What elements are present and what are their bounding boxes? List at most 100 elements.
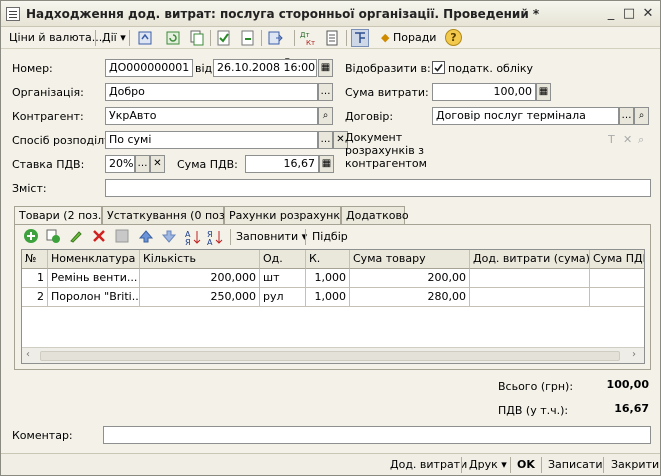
svg-text:A: A [207,238,213,246]
post-document-icon[interactable] [215,29,233,47]
number-field[interactable]: ДО000000001 [105,59,193,77]
select-items-button[interactable]: Підбір [312,230,348,243]
copy-row-icon[interactable] [45,228,63,246]
scroll-right-icon[interactable]: › [632,349,636,360]
col-header-extra-expenses[interactable]: Дод. витрати (сума) [470,250,590,269]
cell-nomenclature[interactable]: Ремінь венти... [48,269,140,288]
ok-button[interactable]: OK [517,457,535,473]
minimize-button[interactable]: _ [603,6,619,22]
horizontal-scrollbar[interactable]: ‹ › [22,347,644,363]
col-header-unit[interactable]: Од. [260,250,306,269]
move-up-icon[interactable] [138,228,156,246]
window-title: Надходження дод. витрат: послуга сторонн… [26,7,540,21]
structure-icon[interactable] [351,29,369,47]
goods-table: № Номенклатура Кількість Од. К. Сума тов… [21,249,645,364]
col-header-number[interactable]: № [22,250,48,269]
total-label: Всього (грн): [498,380,574,393]
col-header-coefficient[interactable]: К. [306,250,350,269]
counterparty-field[interactable]: УкрАвто [105,107,318,125]
comment-field[interactable] [103,426,651,444]
copy-icon[interactable] [188,29,206,47]
col-header-quantity[interactable]: Кількість [140,250,260,269]
print-menu-button[interactable]: Друк ▾ [469,457,507,473]
cell-vat-amount[interactable] [590,288,644,307]
counterparty-search-icon[interactable]: ⌕ [318,107,333,125]
tips-label: Поради [392,31,437,44]
expense-amount-field[interactable]: 100,00 [432,83,536,101]
tab-goods[interactable]: Товари (2 поз.) [14,206,106,225]
search-icon: ⌕ [638,133,645,146]
cell-quantity[interactable]: 250,000 [140,288,260,307]
prices-currency-button[interactable]: Ціни й валюта... [7,29,104,47]
based-on-icon[interactable] [266,29,284,47]
move-down-icon[interactable] [161,228,179,246]
cell-extra-expenses[interactable] [470,269,590,288]
calendar-icon[interactable]: ▦ [318,59,333,77]
fill-label: Заповнити [236,230,299,243]
sort-ascending-icon[interactable]: AЯ [184,228,202,247]
delete-row-icon[interactable] [91,228,109,246]
date-field[interactable]: 26.10.2008 16:00:11 [213,59,317,77]
cell-nomenclature[interactable]: Поролон "Briti... [48,288,140,307]
fill-menu-button[interactable]: Заповнити ▾ [236,230,307,243]
actions-menu-button[interactable]: Дії ▾ [100,29,128,47]
cell-goods-amount[interactable]: 280,00 [350,288,470,307]
close-window-button[interactable]: ✕ [640,6,656,22]
refresh-icon[interactable] [164,29,182,47]
col-header-vat-amount[interactable]: Сума ПДВ [590,250,644,269]
add-row-icon[interactable] [23,228,41,246]
vat-rate-clear-icon[interactable]: ✕ [150,155,165,173]
tab-equipment[interactable]: Устаткування (0 поз.) [102,206,233,224]
vat-included-label: ПДВ (у т.ч.): [498,404,569,417]
save-button[interactable]: Записати [548,457,602,473]
maximize-button[interactable]: □ [621,6,637,22]
number-label: Номер: [12,62,53,75]
cell-quantity[interactable]: 200,000 [140,269,260,288]
col-header-nomenclature[interactable]: Номенклатура [48,250,140,269]
calculator-icon[interactable]: ▦ [319,155,334,173]
comment-label: Коментар: [12,429,73,442]
cell-goods-amount[interactable]: 200,00 [350,269,470,288]
cell-coefficient[interactable]: 1,000 [306,288,350,307]
tab-additional[interactable]: Додатково [341,206,409,224]
counterparty-label: Контрагент: [12,110,84,123]
help-icon[interactable]: ? [445,29,462,46]
add-expenses-button[interactable]: Дод. витрати [390,457,467,473]
tax-accounting-checkbox[interactable] [432,61,445,74]
edit-row-icon[interactable] [68,228,86,246]
distribution-method-field[interactable]: По сумі [105,131,318,149]
cell-unit[interactable]: шт [260,269,306,288]
expense-amount-label: Сума витрати: [345,86,429,99]
organization-field[interactable]: Добро [105,83,318,101]
close-button[interactable]: Закрити [611,457,659,473]
col-header-goods-amount[interactable]: Сума товару [350,250,470,269]
journal-entries-icon[interactable]: Дт Кт [299,29,317,47]
settlement-document-field[interactable] [432,131,604,149]
contract-field[interactable]: Договір послуг термінала [432,107,619,125]
chevron-down-icon: ▾ [501,458,507,471]
svg-text:Кт: Кт [306,39,315,47]
unpost-document-icon[interactable] [239,29,257,47]
clear-icon: ✕ [623,133,633,146]
cell-unit[interactable]: рул [260,288,306,307]
cell-extra-expenses[interactable] [470,288,590,307]
distribution-select-button[interactable]: … [318,131,333,149]
organization-select-button[interactable]: … [318,83,333,101]
sort-descending-icon[interactable]: ЯA [206,228,224,247]
scroll-left-icon[interactable]: ‹ [26,349,30,360]
vat-rate-field[interactable]: 20% [105,155,135,173]
content-field[interactable] [105,179,651,197]
contract-search-icon[interactable]: ⌕ [634,107,649,125]
vat-amount-field[interactable]: 16,67 [245,155,319,173]
vat-rate-select-button[interactable]: … [135,155,150,173]
scrollbar-thumb[interactable] [40,351,620,361]
go-up-icon[interactable] [136,29,154,47]
cell-coefficient[interactable]: 1,000 [306,269,350,288]
calculator-icon[interactable]: ▦ [536,83,551,101]
cell-vat-amount[interactable] [590,269,644,288]
chevron-down-icon: ▾ [120,31,126,44]
contract-select-button[interactable]: … [619,107,634,125]
report-icon[interactable] [323,29,341,47]
tab-settlement-accounts[interactable]: Рахунки розрахунків [224,206,350,224]
tips-button[interactable]: ◆ Поради [379,29,438,47]
